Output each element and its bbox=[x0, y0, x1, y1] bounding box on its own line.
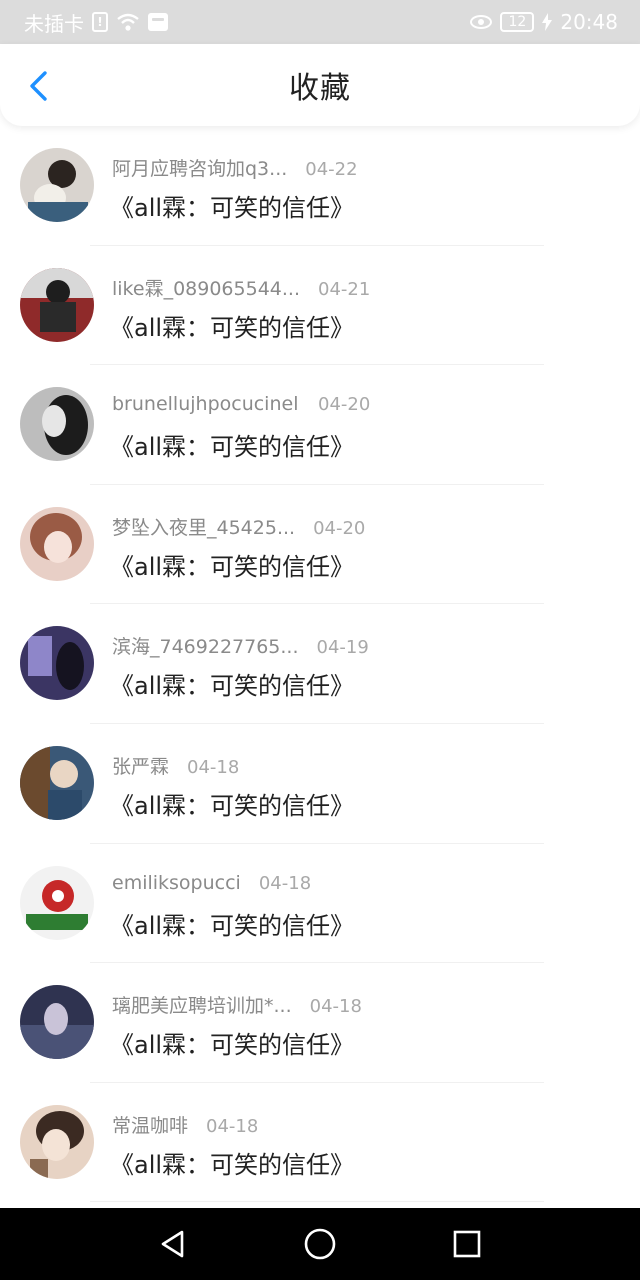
back-triangle-icon bbox=[162, 1230, 184, 1258]
item-username: 常温咖啡 bbox=[112, 1114, 189, 1137]
item-title: 《all霖：可笑的信任》 bbox=[110, 313, 355, 342]
item-meta: 张严霖 04-18 bbox=[112, 752, 239, 779]
list-item[interactable]: 阿月应聘咨询加q3... 04-22 《all霖：可笑的信任》 bbox=[0, 126, 640, 246]
item-date: 04-18 bbox=[187, 756, 240, 778]
item-username: 张严霖 bbox=[112, 755, 170, 778]
avatar bbox=[20, 506, 94, 581]
item-title: 《all霖：可笑的信任》 bbox=[110, 552, 355, 581]
item-title: 《all霖：可笑的信任》 bbox=[110, 672, 355, 701]
avatar bbox=[20, 267, 94, 342]
carrier-text: 未插卡 bbox=[24, 11, 84, 36]
nav-recents-button[interactable] bbox=[437, 1214, 497, 1274]
item-meta: 梦坠入夜里_45425... 04-20 bbox=[112, 513, 365, 540]
home-circle-icon bbox=[304, 1228, 336, 1260]
system-nav-bar bbox=[0, 1208, 640, 1280]
recents-square-icon bbox=[453, 1230, 480, 1258]
back-button[interactable] bbox=[18, 66, 58, 106]
row-divider bbox=[90, 1201, 544, 1203]
status-right: 12 20:48 bbox=[470, 10, 618, 34]
status-left: 未插卡 ! bbox=[24, 8, 168, 37]
list-item[interactable]: brunellujhpocucinelli 04-20 《all霖：可笑的信任》 bbox=[0, 365, 640, 485]
item-date: 04-19 bbox=[316, 637, 369, 659]
nav-back-button[interactable] bbox=[143, 1214, 203, 1274]
app-header: 收藏 bbox=[0, 44, 640, 126]
avatar bbox=[20, 626, 94, 701]
item-meta: 滨海_7469227765... 04-19 bbox=[112, 632, 369, 659]
item-meta: emiliksopucci 04-18 bbox=[112, 872, 311, 894]
item-meta: 常温咖啡 04-18 bbox=[112, 1111, 258, 1138]
clock-text: 20:48 bbox=[560, 10, 618, 34]
item-title: 《all霖：可笑的信任》 bbox=[110, 1150, 355, 1179]
charging-icon bbox=[542, 13, 553, 31]
status-bar: 未插卡 ! 12 20:48 bbox=[0, 0, 640, 44]
avatar bbox=[20, 865, 94, 940]
item-username: brunellujhpocucinelli bbox=[112, 393, 300, 416]
item-date: 04-18 bbox=[258, 872, 312, 894]
item-meta: like霖_089065544... 04-21 bbox=[112, 274, 370, 301]
item-meta: 璃肥美应聘培训加*... 04-18 bbox=[112, 991, 362, 1018]
item-title: 《all霖：可笑的信任》 bbox=[110, 1031, 355, 1060]
chevron-left-icon bbox=[30, 71, 47, 101]
wifi-icon bbox=[116, 12, 140, 32]
item-username: 璃肥美应聘培训加*... bbox=[112, 995, 292, 1018]
list-item[interactable]: 梦坠入夜里_45425... 04-20 《all霖：可笑的信任》 bbox=[0, 485, 640, 605]
eye-icon bbox=[470, 15, 493, 29]
favorites-list: 阿月应聘咨询加q3... 04-22 《all霖：可笑的信任》 like霖_08… bbox=[0, 126, 640, 1203]
battery-icon: 12 bbox=[500, 12, 535, 32]
item-date: 04-20 bbox=[313, 517, 366, 539]
nav-home-button[interactable] bbox=[290, 1214, 350, 1274]
avatar bbox=[20, 985, 94, 1060]
item-date: 04-18 bbox=[206, 1115, 259, 1137]
item-meta: brunellujhpocucinelli 04-20 bbox=[112, 393, 370, 415]
app-screen: 未插卡 ! 12 20:48 收藏 阿月应聘咨询加q3... 04-22 《al… bbox=[0, 0, 640, 1280]
item-meta: 阿月应聘咨询加q3... 04-22 bbox=[112, 154, 358, 181]
avatar bbox=[20, 148, 94, 222]
list-item[interactable]: like霖_089065544... 04-21 《all霖：可笑的信任》 bbox=[0, 246, 640, 366]
list-item[interactable]: 张严霖 04-18 《all霖：可笑的信任》 bbox=[0, 724, 640, 844]
list-item[interactable]: 璃肥美应聘培训加*... 04-18 《all霖：可笑的信任》 bbox=[0, 963, 640, 1083]
item-title: 《all霖：可笑的信任》 bbox=[110, 791, 355, 820]
message-icon bbox=[148, 13, 168, 31]
item-date: 04-22 bbox=[305, 159, 358, 180]
list-item[interactable]: 常温咖啡 04-18 《all霖：可笑的信任》 bbox=[0, 1083, 640, 1203]
item-title: 《all霖：可笑的信任》 bbox=[110, 911, 355, 940]
item-username: emiliksopucci bbox=[112, 871, 241, 894]
item-username: 梦坠入夜里_45425... bbox=[112, 516, 296, 539]
avatar bbox=[20, 387, 94, 462]
item-date: 04-21 bbox=[318, 278, 371, 300]
battery-level: 12 bbox=[508, 14, 527, 30]
list-item[interactable]: emiliksopucci 04-18 《all霖：可笑的信任》 bbox=[0, 844, 640, 964]
item-username: 阿月应聘咨询加q3... bbox=[112, 158, 288, 180]
item-username: like霖_089065544... bbox=[112, 277, 300, 300]
page-title: 收藏 bbox=[289, 71, 351, 106]
item-date: 04-20 bbox=[318, 394, 371, 416]
item-title: 《all霖：可笑的信任》 bbox=[110, 433, 355, 462]
list-item[interactable]: 滨海_7469227765... 04-19 《all霖：可笑的信任》 bbox=[0, 604, 640, 724]
avatar bbox=[20, 1104, 94, 1179]
avatar bbox=[20, 745, 94, 820]
item-title: 《all霖：可笑的信任》 bbox=[110, 194, 355, 222]
sim-alert-icon: ! bbox=[92, 12, 108, 32]
item-date: 04-18 bbox=[309, 996, 362, 1018]
item-username: 滨海_7469227765... bbox=[112, 636, 299, 659]
